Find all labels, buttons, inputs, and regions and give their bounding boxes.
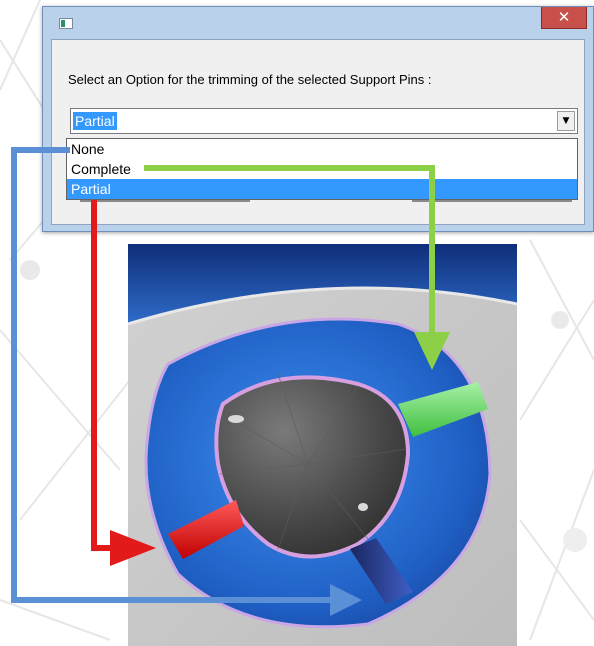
prompt-label: Select an Option for the trimming of the… [68,72,432,87]
title-bar[interactable]: ✕ [43,7,593,39]
chevron-down-icon[interactable]: ▼ [557,111,575,131]
close-button[interactable]: ✕ [541,7,587,29]
app-icon [59,18,73,29]
combo-selected-value: Partial [73,112,117,130]
ok-button-edge[interactable] [80,200,250,212]
viewport-render [128,244,517,646]
option-complete[interactable]: Complete [67,159,577,179]
trim-option-combobox[interactable]: Partial ▼ [70,108,578,134]
option-none[interactable]: None [67,139,577,159]
option-partial[interactable]: Partial [67,179,577,199]
close-icon: ✕ [557,8,571,26]
model-viewport[interactable] [128,244,517,646]
trim-option-dropdown-list: None Complete Partial [66,138,578,200]
cancel-button-edge[interactable] [412,200,572,212]
